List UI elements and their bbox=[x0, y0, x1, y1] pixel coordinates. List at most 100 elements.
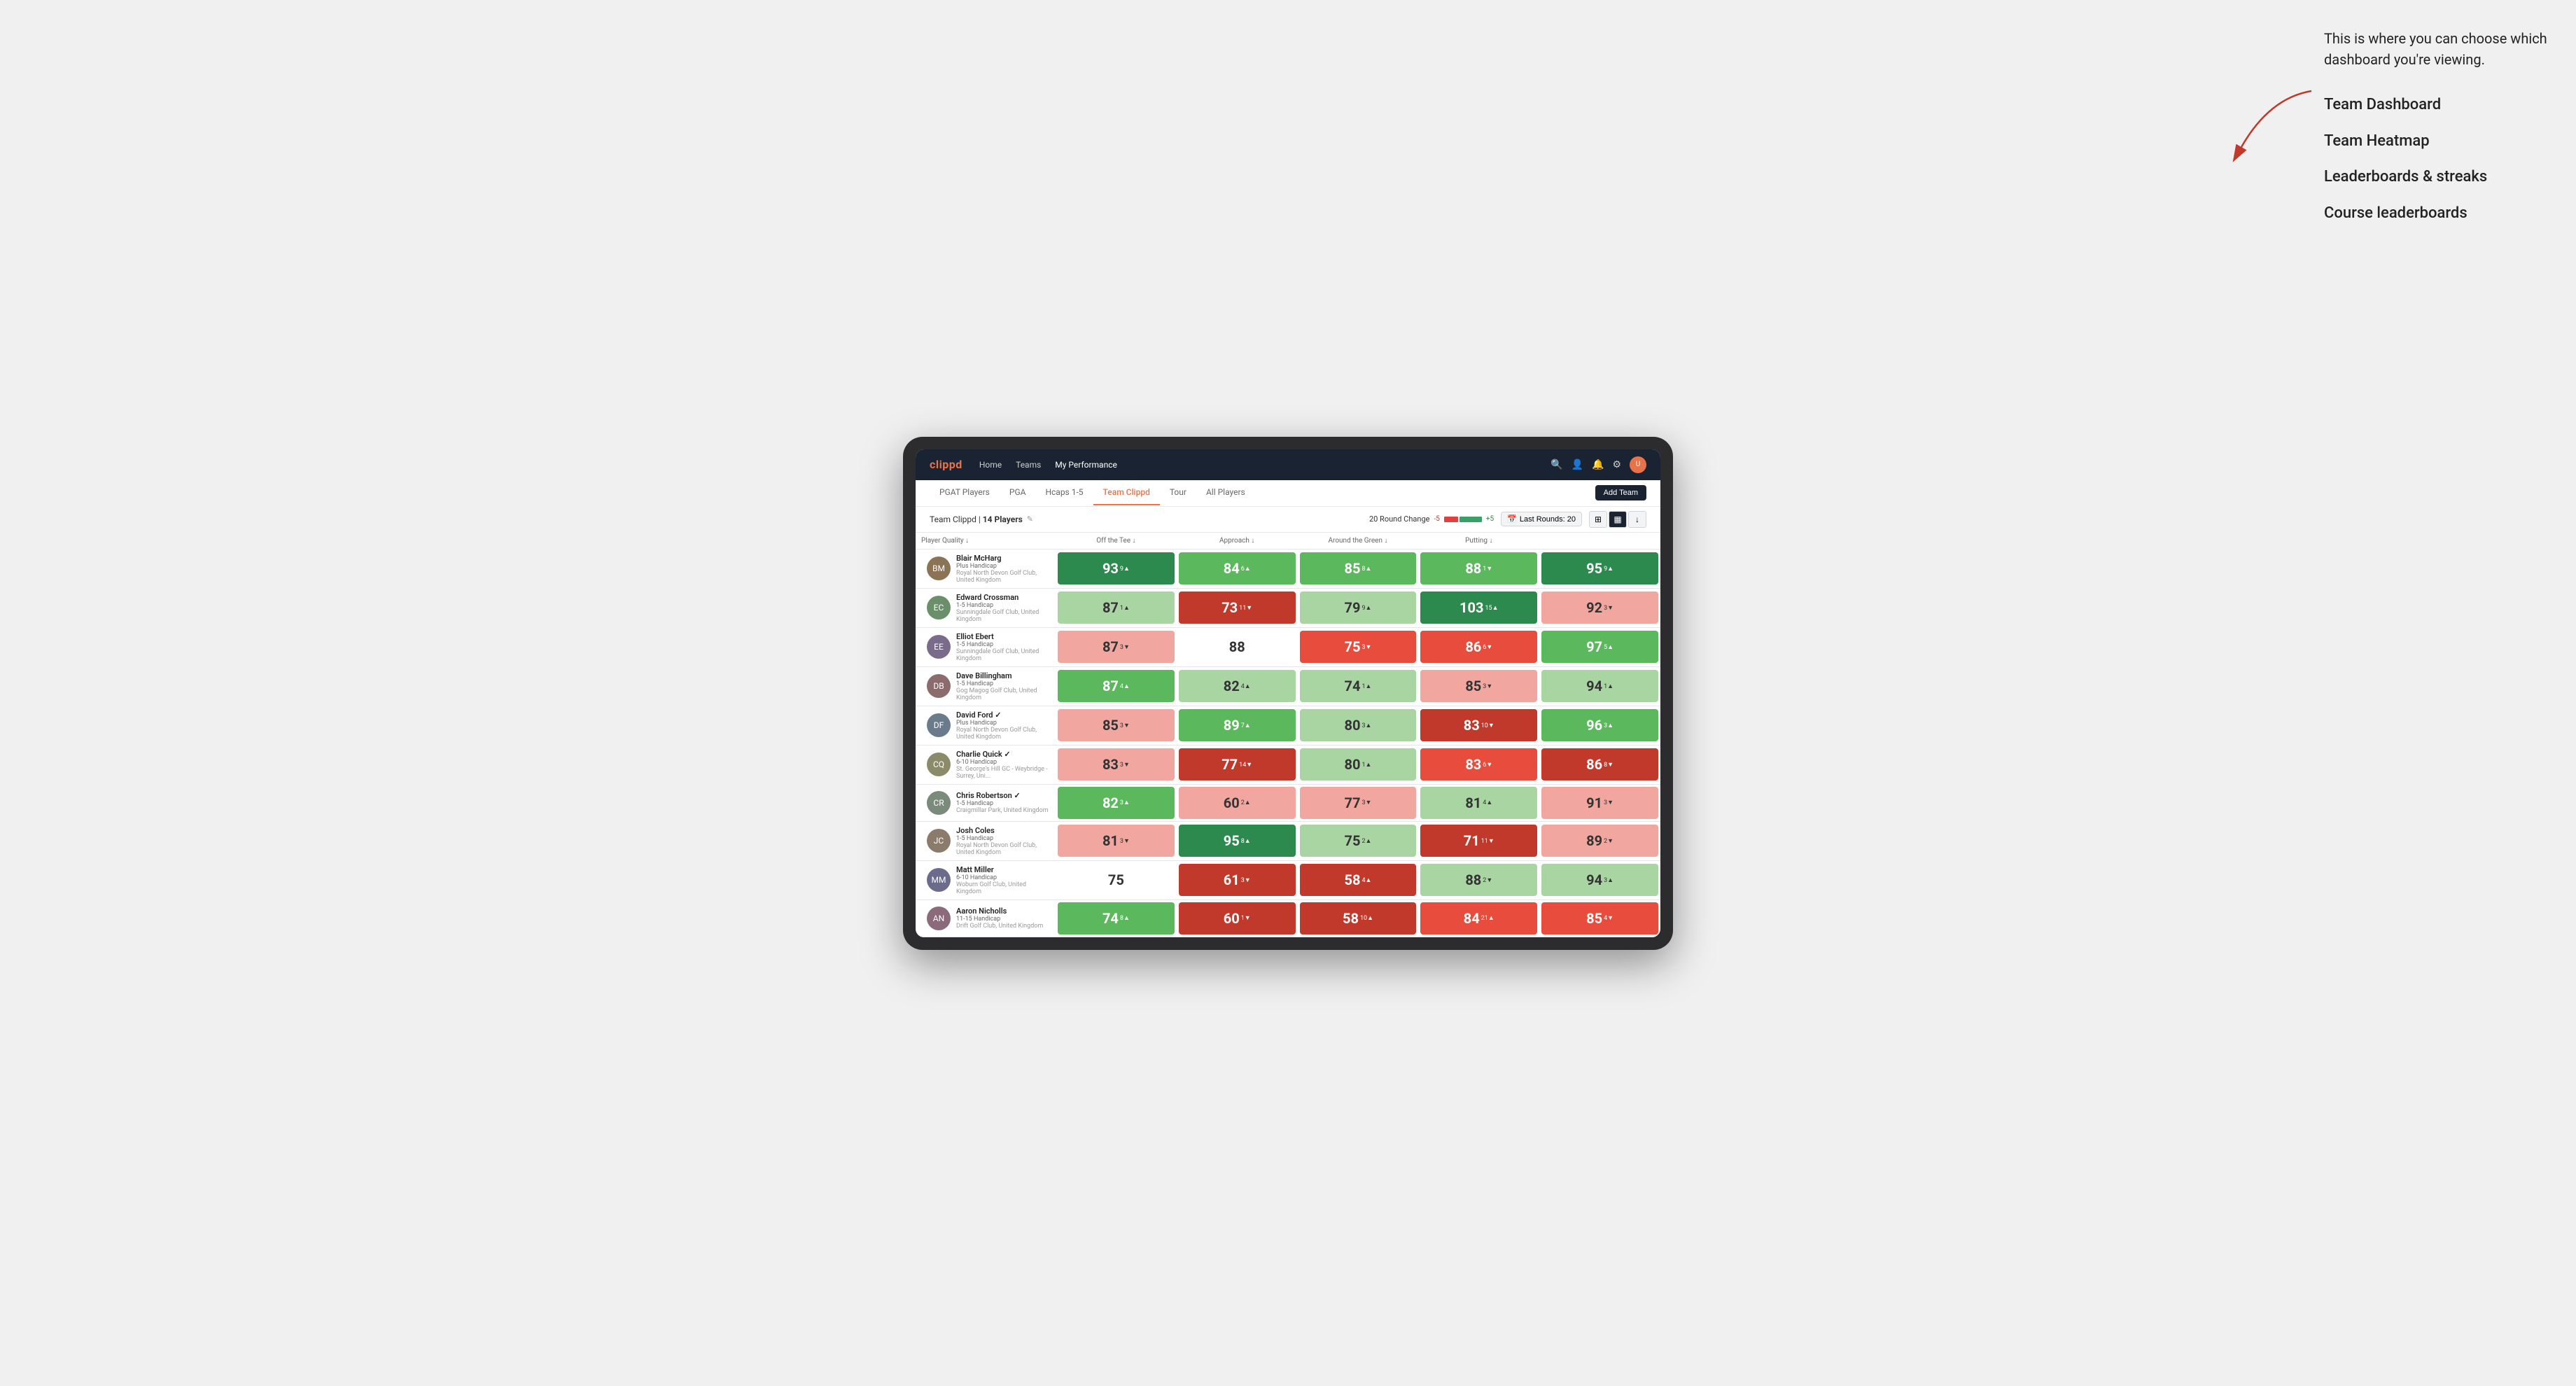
score-inner: 939▲ bbox=[1058, 552, 1175, 584]
tab-hcaps[interactable]: Hcaps 1-5 bbox=[1035, 480, 1093, 505]
score-change: 9▲ bbox=[1604, 565, 1614, 573]
score-change: 3▲ bbox=[1604, 722, 1614, 729]
score-cell: 873▼ bbox=[1056, 629, 1177, 665]
bell-icon[interactable]: 🔔 bbox=[1592, 459, 1604, 470]
player-club: Sunningdale Golf Club, United Kingdom bbox=[956, 648, 1050, 662]
score-value: 75 bbox=[1345, 638, 1361, 655]
player-info: Charlie Quick ✓6-10 HandicapSt. George's… bbox=[956, 750, 1050, 780]
score-inner: 824▲ bbox=[1179, 670, 1296, 702]
col-off-tee[interactable]: Off the Tee ↓ bbox=[1056, 533, 1177, 549]
user-icon[interactable]: 👤 bbox=[1572, 459, 1583, 470]
score-inner: 7311▼ bbox=[1179, 592, 1296, 624]
score-cell: 602▲ bbox=[1177, 785, 1298, 821]
score-cell: 868▼ bbox=[1539, 746, 1660, 783]
tab-pga[interactable]: PGA bbox=[1000, 480, 1036, 505]
table-row[interactable]: CRChris Robertson ✓1-5 HandicapCraigmill… bbox=[916, 785, 1660, 822]
avatar[interactable]: U bbox=[1630, 456, 1646, 473]
player-avatar: BM bbox=[927, 556, 951, 580]
score-change: 4▼ bbox=[1604, 914, 1614, 922]
score-value: 80 bbox=[1345, 717, 1361, 734]
score-inner: 943▲ bbox=[1541, 864, 1658, 896]
score-value: 79 bbox=[1345, 599, 1361, 616]
tab-all-players[interactable]: All Players bbox=[1196, 480, 1255, 505]
edit-icon[interactable]: ✎ bbox=[1027, 514, 1033, 524]
table-row[interactable]: EEElliot Ebert1-5 HandicapSunningdale Go… bbox=[916, 628, 1660, 667]
round-change: 20 Round Change -5 +5 bbox=[1369, 514, 1494, 524]
calendar-icon: 📅 bbox=[1507, 514, 1517, 524]
score-change: 14▼ bbox=[1239, 761, 1252, 769]
score-cell: 753▼ bbox=[1298, 629, 1419, 665]
score-inner: 7111▼ bbox=[1420, 825, 1537, 857]
table-row[interactable]: ECEdward Crossman1-5 HandicapSunningdale… bbox=[916, 589, 1660, 628]
view-toggles: ⊞ ▦ ↓ bbox=[1589, 511, 1646, 528]
score-cell: 801▲ bbox=[1298, 746, 1419, 783]
team-controls: 20 Round Change -5 +5 📅 Last Rounds: 20 … bbox=[1369, 511, 1646, 528]
nav-link-home[interactable]: Home bbox=[979, 457, 1002, 472]
settings-icon[interactable]: ⚙ bbox=[1612, 459, 1621, 470]
col-approach[interactable]: Approach ↓ bbox=[1177, 533, 1298, 549]
score-cell: 866▼ bbox=[1418, 629, 1539, 665]
view-heatmap-button[interactable]: ▦ bbox=[1609, 511, 1627, 528]
score-value: 87 bbox=[1102, 599, 1119, 616]
player-info: Aaron Nicholls11-15 HandicapDrift Golf C… bbox=[956, 906, 1043, 930]
score-change: 4▲ bbox=[1120, 682, 1130, 690]
col-extra bbox=[1539, 533, 1660, 549]
col-around-green[interactable]: Around the Green ↓ bbox=[1298, 533, 1419, 549]
score-change: 2▲ bbox=[1241, 799, 1251, 806]
player-avatar: DB bbox=[927, 674, 951, 698]
nav-link-myperformance[interactable]: My Performance bbox=[1055, 457, 1117, 472]
tablet-screen: clippd Home Teams My Performance 🔍 👤 🔔 ⚙… bbox=[916, 449, 1660, 937]
score-inner: 814▲ bbox=[1420, 787, 1537, 819]
last-rounds-button[interactable]: 📅 Last Rounds: 20 bbox=[1501, 512, 1582, 526]
player-info: David Ford ✓Plus HandicapRoyal North Dev… bbox=[956, 710, 1050, 741]
nav-link-teams[interactable]: Teams bbox=[1016, 457, 1041, 472]
score-inner: 613▼ bbox=[1179, 864, 1296, 896]
player-handicap: Plus Handicap bbox=[956, 720, 1050, 727]
score-inner: 873▼ bbox=[1058, 631, 1175, 663]
search-icon[interactable]: 🔍 bbox=[1550, 459, 1562, 470]
player-handicap: 1-5 Handicap bbox=[956, 835, 1050, 842]
score-inner: 823▲ bbox=[1058, 787, 1175, 819]
score-cell: 7111▼ bbox=[1418, 822, 1539, 859]
col-player-quality[interactable]: Player Quality ↓ bbox=[916, 533, 1056, 549]
score-inner: 836▼ bbox=[1420, 748, 1537, 780]
player-name: Dave Billingham bbox=[956, 671, 1050, 680]
view-download-button[interactable]: ↓ bbox=[1628, 511, 1646, 528]
col-putting[interactable]: Putting ↓ bbox=[1418, 533, 1539, 549]
player-name: Chris Robertson ✓ bbox=[956, 791, 1049, 800]
table-row[interactable]: ANAaron Nicholls11-15 HandicapDrift Golf… bbox=[916, 900, 1660, 937]
score-change: 15▲ bbox=[1485, 604, 1498, 612]
score-change: 5▲ bbox=[1604, 643, 1614, 651]
score-value: 84 bbox=[1464, 910, 1480, 927]
table-row[interactable]: DFDavid Ford ✓Plus HandicapRoyal North D… bbox=[916, 706, 1660, 746]
player-info: Josh Coles1-5 HandicapRoyal North Devon … bbox=[956, 826, 1050, 856]
score-cell: 871▲ bbox=[1056, 589, 1177, 626]
score-change: 3▲ bbox=[1362, 722, 1371, 729]
score-cell: 584▲ bbox=[1298, 862, 1419, 898]
score-value: 75 bbox=[1108, 872, 1124, 888]
score-cell: 601▼ bbox=[1177, 900, 1298, 937]
score-inner: 854▼ bbox=[1541, 902, 1658, 934]
add-team-button[interactable]: Add Team bbox=[1595, 485, 1646, 500]
score-value: 81 bbox=[1465, 794, 1481, 811]
table-row[interactable]: BMBlair McHargPlus HandicapRoyal North D… bbox=[916, 550, 1660, 589]
score-value: 61 bbox=[1224, 872, 1240, 888]
last-rounds-label: Last Rounds: 20 bbox=[1520, 515, 1576, 524]
tab-tour[interactable]: Tour bbox=[1160, 480, 1196, 505]
player-handicap: 6-10 Handicap bbox=[956, 759, 1050, 766]
score-inner: 858▲ bbox=[1300, 552, 1417, 584]
table-row[interactable]: DBDave Billingham1-5 HandicapGog Magog G… bbox=[916, 667, 1660, 706]
score-inner: 601▼ bbox=[1179, 902, 1296, 934]
tab-team-clippd[interactable]: Team Clippd bbox=[1093, 480, 1160, 505]
player-avatar: DF bbox=[927, 713, 951, 737]
score-cell: 846▲ bbox=[1177, 550, 1298, 587]
table-row[interactable]: CQCharlie Quick ✓6-10 HandicapSt. George… bbox=[916, 746, 1660, 785]
view-grid-button[interactable]: ⊞ bbox=[1589, 511, 1607, 528]
tab-pgat[interactable]: PGAT Players bbox=[930, 480, 1000, 505]
table-row[interactable]: JCJosh Coles1-5 HandicapRoyal North Devo… bbox=[916, 822, 1660, 861]
score-inner: 8310▼ bbox=[1420, 709, 1537, 741]
player-club: Sunningdale Golf Club, United Kingdom bbox=[956, 609, 1050, 623]
score-cell: 975▲ bbox=[1539, 629, 1660, 665]
table-row[interactable]: MMMatt Miller6-10 HandicapWoburn Golf Cl… bbox=[916, 861, 1660, 900]
score-cell: 5810▲ bbox=[1298, 900, 1419, 937]
